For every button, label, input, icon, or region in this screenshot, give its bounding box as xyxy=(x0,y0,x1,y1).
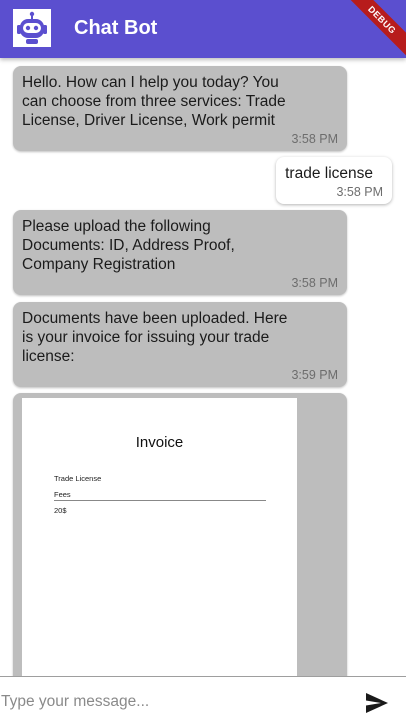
composer-bar xyxy=(0,676,406,728)
send-icon xyxy=(366,693,388,713)
user-message: trade license 3:58 PM xyxy=(276,157,392,204)
invoice-attachment[interactable]: Invoice Trade License Fees 20$ xyxy=(13,393,347,676)
invoice-fees-label: Fees xyxy=(54,490,71,499)
bot-message: Please upload the following Documents: I… xyxy=(13,210,347,295)
invoice-amount: 20$ xyxy=(54,506,67,515)
message-text: Hello. How can I help you today? You can… xyxy=(22,74,286,129)
message-time: 3:58 PM xyxy=(291,276,338,290)
bot-message: Hello. How can I help you today? You can… xyxy=(13,66,347,151)
invoice-item: Trade License xyxy=(54,474,102,483)
message-time: 3:59 PM xyxy=(291,368,338,382)
message-time: 3:58 PM xyxy=(291,132,338,146)
send-button[interactable] xyxy=(362,688,392,718)
message-input[interactable] xyxy=(0,687,350,717)
invoice-divider xyxy=(54,500,266,501)
app-title: Chat Bot xyxy=(74,17,158,39)
message-text: trade license xyxy=(285,165,373,182)
message-text: Please upload the following Documents: I… xyxy=(22,218,235,273)
message-text: Documents have been uploaded. Here is yo… xyxy=(22,310,288,365)
bot-message: Documents have been uploaded. Here is yo… xyxy=(13,302,347,387)
robot-icon xyxy=(13,9,51,47)
debug-banner: DEBUG xyxy=(340,0,406,58)
message-time: 3:58 PM xyxy=(336,185,383,199)
invoice-title: Invoice xyxy=(135,434,184,451)
invoice-document: Invoice Trade License Fees 20$ xyxy=(22,398,297,676)
message-list[interactable]: Hello. How can I help you today? You can… xyxy=(0,58,406,676)
app-bar: Chat Bot DEBUG xyxy=(0,0,406,58)
